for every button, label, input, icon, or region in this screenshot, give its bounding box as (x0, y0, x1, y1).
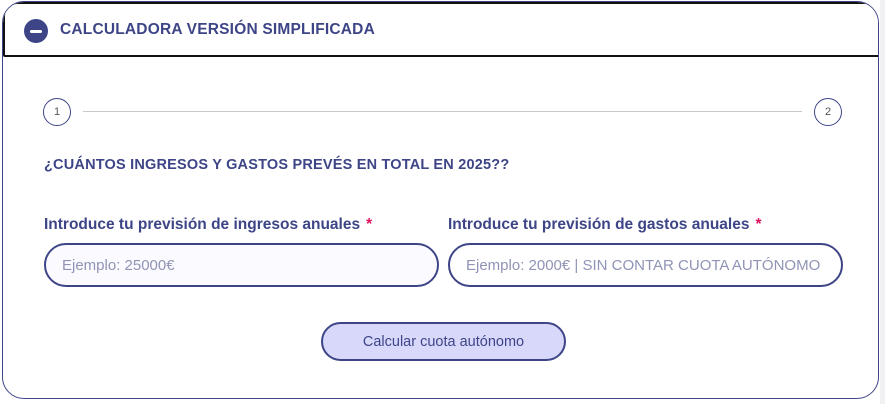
stepper-line (83, 111, 802, 112)
expense-label: Introduce tu previsión de gastos anuales… (448, 216, 762, 234)
accordion-title: CALCULADORA VERSIÓN SIMPLIFICADA (60, 21, 375, 38)
scrollbar-track[interactable] (880, 0, 885, 404)
income-label: Introduce tu previsión de ingresos anual… (44, 216, 372, 234)
income-input[interactable] (44, 243, 439, 287)
expense-input[interactable] (448, 243, 843, 287)
required-asterisk: * (366, 216, 373, 233)
calculate-button[interactable]: Calcular cuota autónomo (321, 322, 566, 361)
minus-circle-icon[interactable] (24, 19, 48, 43)
form-question: ¿CUÁNTOS INGRESOS Y GASTOS PREVÉS EN TOT… (44, 157, 510, 173)
step-2-indicator[interactable]: 2 (814, 98, 842, 126)
step-1-indicator[interactable]: 1 (43, 98, 71, 126)
income-label-text: Introduce tu previsión de ingresos anual… (44, 216, 361, 233)
required-asterisk: * (755, 216, 762, 233)
stepper: 1 2 (43, 98, 842, 128)
accordion-header[interactable]: CALCULADORA VERSIÓN SIMPLIFICADA (3, 2, 878, 57)
calculator-panel: CALCULADORA VERSIÓN SIMPLIFICADA 1 2 ¿CU… (2, 1, 879, 399)
expense-label-text: Introduce tu previsión de gastos anuales (448, 216, 750, 233)
